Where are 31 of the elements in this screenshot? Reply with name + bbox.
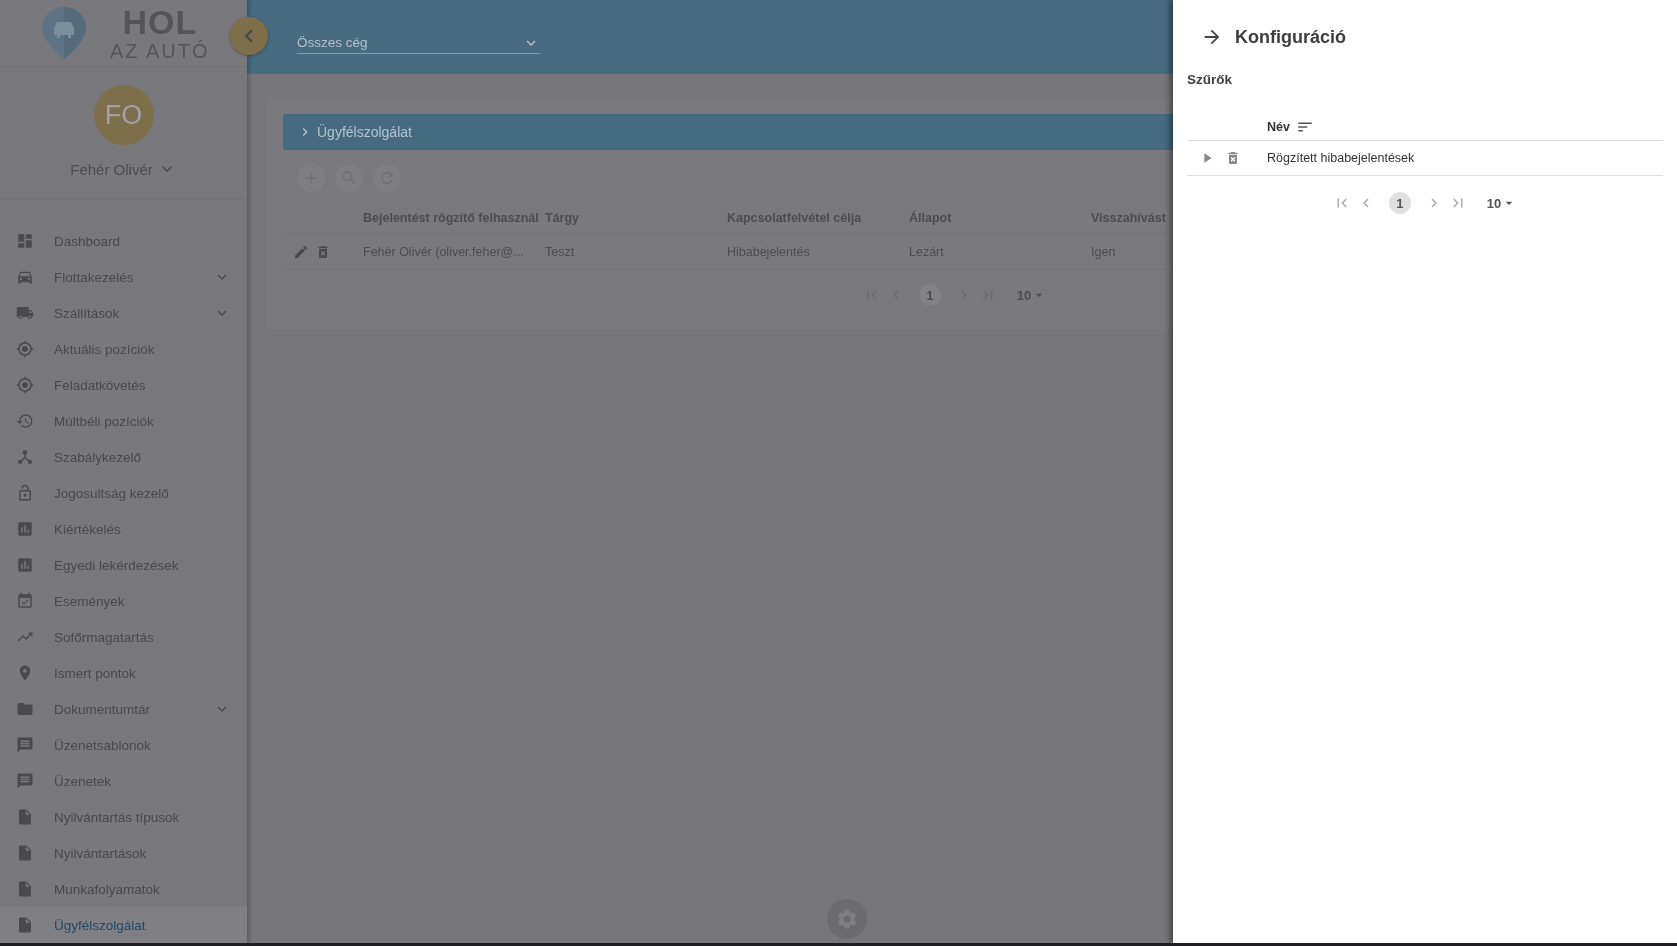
section-title: Szűrők — [1187, 72, 1233, 87]
crosshair-icon — [16, 340, 34, 358]
bar-chart-icon — [16, 520, 34, 538]
logo-pin-icon — [40, 5, 88, 61]
document-icon — [16, 916, 34, 934]
document-icon — [16, 808, 34, 826]
message-icon — [16, 736, 34, 754]
page-size-select[interactable]: 10 — [1486, 195, 1518, 211]
folder-icon — [16, 700, 34, 718]
calendar-check-icon — [16, 592, 34, 610]
breadcrumb-text: Ügyfélszolgálat — [317, 124, 412, 140]
hub-icon — [16, 448, 34, 466]
padlock-icon — [16, 484, 34, 502]
current-page[interactable]: 1 — [1388, 192, 1411, 214]
drawer-title: Konfiguráció — [1235, 26, 1346, 48]
dashboard-icon — [16, 232, 34, 250]
crosshair-icon — [16, 376, 34, 394]
message-icon — [16, 772, 34, 790]
trash-icon[interactable] — [315, 243, 331, 260]
pencil-icon[interactable] — [293, 243, 309, 260]
column-header[interactable]: Név — [1267, 119, 1290, 134]
history-icon — [16, 412, 34, 430]
company-select[interactable]: Összes cég — [297, 32, 540, 54]
document-icon — [16, 844, 34, 862]
table-cell: Rögzített hibabejelentések — [1267, 151, 1415, 165]
bar-chart-icon — [16, 556, 34, 574]
nav-item[interactable]: Ügyfélszolgálat — [0, 907, 247, 943]
document-icon — [16, 880, 34, 898]
user-avatar: FO — [93, 85, 154, 146]
trash-icon[interactable] — [1225, 150, 1241, 166]
truck-icon — [16, 304, 34, 322]
